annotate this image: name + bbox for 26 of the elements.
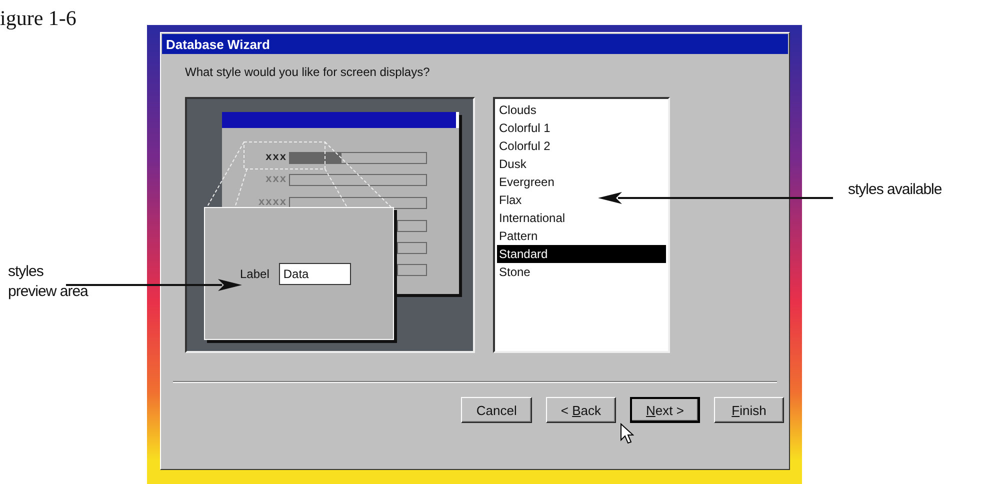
style-list-item[interactable]: Stone <box>497 263 666 281</box>
callout-label: styles <box>8 262 44 282</box>
preview-field-label: xxxx <box>258 196 287 208</box>
callout-label: preview area <box>8 282 88 302</box>
style-list-item[interactable]: Colorful 1 <box>497 119 666 137</box>
figure-label: igure 1-6 <box>0 6 76 31</box>
preview-label: Label <box>240 266 270 280</box>
style-list-item[interactable]: Dusk <box>497 155 666 173</box>
style-list-item[interactable]: Standard <box>497 245 666 263</box>
prompt-text: What style would you like for screen displays? <box>185 65 431 79</box>
style-list-item[interactable]: Flax <box>497 191 666 209</box>
callout-label: styles available <box>848 180 942 200</box>
style-list-item[interactable]: International <box>497 209 666 227</box>
style-list-item[interactable]: Evergreen <box>497 173 666 191</box>
mouse-pointer-icon <box>620 423 634 445</box>
style-list-item[interactable]: Clouds <box>497 101 666 119</box>
wizard-button[interactable]: Cancel <box>461 397 532 423</box>
style-list-item[interactable]: Colorful 2 <box>497 137 666 155</box>
preview-data-field: Data <box>279 262 352 284</box>
wizard-button[interactable]: Next > <box>630 397 700 423</box>
window-title: Database Wizard <box>162 34 788 54</box>
preview-field-label: xxx <box>266 173 287 185</box>
wizard-button[interactable]: Finish <box>714 397 784 423</box>
wizard-button[interactable]: < Back <box>546 397 616 423</box>
preview-field-label: xxx <box>266 151 287 163</box>
style-list-item[interactable]: Pattern <box>497 227 666 245</box>
